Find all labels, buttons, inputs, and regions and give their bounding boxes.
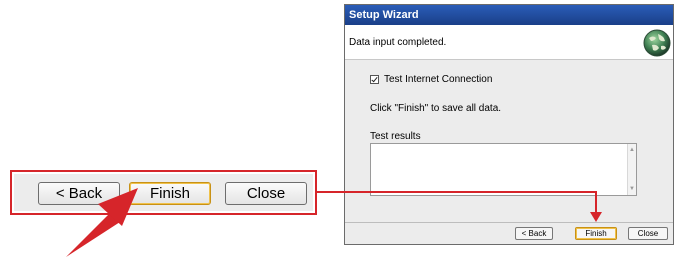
- test-connection-label: Test Internet Connection: [384, 74, 493, 85]
- zoom-close-button[interactable]: Close: [225, 182, 307, 205]
- zoom-back-button[interactable]: < Back: [38, 182, 120, 205]
- wizard-header: Data input completed.: [345, 25, 673, 60]
- zoom-button-bar: < Back Finish Close: [14, 174, 313, 211]
- scroll-up-icon[interactable]: ▲: [628, 146, 636, 155]
- wizard-body: Test Internet Connection Click "Finish" …: [345, 60, 673, 222]
- test-connection-checkbox[interactable]: [370, 75, 379, 84]
- header-message: Data input completed.: [349, 37, 447, 48]
- back-button[interactable]: < Back: [515, 227, 553, 240]
- results-scrollbar[interactable]: ▲ ▼: [627, 144, 636, 195]
- finish-button[interactable]: Finish: [575, 227, 617, 240]
- scroll-down-icon[interactable]: ▼: [628, 185, 636, 194]
- test-results-label: Test results: [370, 131, 421, 142]
- zoom-callout-frame: < Back Finish Close: [10, 170, 317, 215]
- wizard-footer: < Back Finish Close: [345, 222, 673, 244]
- save-note: Click "Finish" to save all data.: [370, 103, 502, 114]
- test-results-field[interactable]: ▲ ▼: [370, 143, 637, 196]
- globe-icon: [643, 29, 671, 57]
- zoom-finish-button[interactable]: Finish: [129, 182, 211, 205]
- close-button[interactable]: Close: [628, 227, 668, 240]
- setup-wizard-window: Setup Wizard Data input completed. Test …: [344, 4, 674, 245]
- window-title: Setup Wizard: [345, 5, 673, 25]
- test-connection-row[interactable]: Test Internet Connection: [370, 74, 492, 85]
